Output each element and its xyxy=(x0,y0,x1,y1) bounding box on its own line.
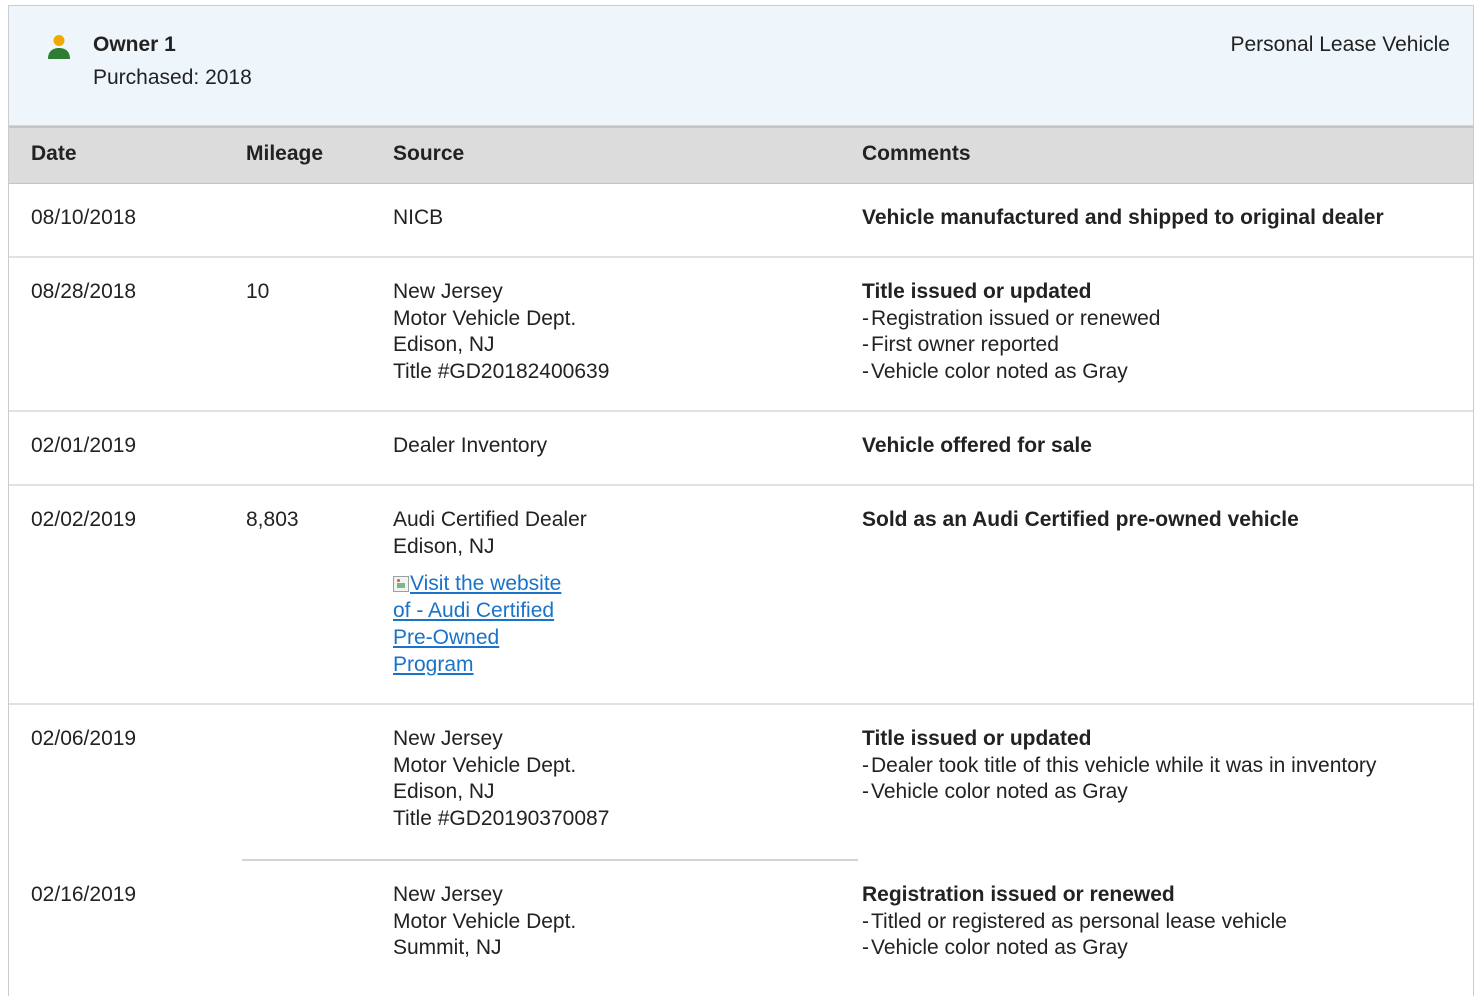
row-date: 02/06/2019 xyxy=(31,727,137,750)
row-comments: Title issued or updated -Registration is… xyxy=(862,279,1462,385)
history-row: 02/06/2019 New Jersey Motor Vehicle Dept… xyxy=(9,705,1473,861)
row-source: New Jersey Motor Vehicle Dept. Edison, N… xyxy=(393,726,813,832)
row-source: NICB xyxy=(393,205,813,232)
comment-item-text: Dealer took title of this vehicle while … xyxy=(871,753,1377,777)
row-comments: Sold as an Audi Certified pre-owned vehi… xyxy=(862,507,1462,534)
row-date: 02/01/2019 xyxy=(31,434,137,457)
comment-item: -Vehicle color noted as Gray xyxy=(862,359,1128,383)
history-table-header: Date Mileage Source Comments xyxy=(9,126,1473,184)
owner-purchased-year: Purchased: 2018 xyxy=(93,66,252,89)
column-header-source: Source xyxy=(393,142,465,165)
history-row: 08/10/2018 NICB Vehicle manufactured and… xyxy=(9,184,1473,258)
history-row: 02/01/2019 Dealer Inventory Vehicle offe… xyxy=(9,412,1473,486)
history-row: 02/02/2019 8,803 Audi Certified Dealer E… xyxy=(9,486,1473,705)
comment-item-text: Titled or registered as personal lease v… xyxy=(871,909,1287,933)
source-line: Edison, NJ xyxy=(393,534,495,558)
row-comments: Vehicle offered for sale xyxy=(862,433,1462,460)
source-line: New Jersey xyxy=(393,727,503,750)
owner-vehicle-type: Personal Lease Vehicle xyxy=(1230,33,1451,56)
column-header-mileage: Mileage xyxy=(246,142,324,165)
source-line: Motor Vehicle Dept. xyxy=(393,753,577,777)
audi-cpo-website-link[interactable]: Visit the website of - Audi Certified Pr… xyxy=(393,570,568,678)
comment-title: Title issued or updated xyxy=(862,727,1092,750)
source-line: Audi Certified Dealer xyxy=(393,508,587,531)
comment-item: -Vehicle color noted as Gray xyxy=(862,936,1128,959)
row-mileage: 10 xyxy=(246,280,270,303)
row-comments: Title issued or updated -Dealer took tit… xyxy=(862,726,1462,806)
source-line: New Jersey xyxy=(393,280,503,303)
row-date: 02/16/2019 xyxy=(31,883,137,906)
row-source: New Jersey Motor Vehicle Dept. Summit, N… xyxy=(393,882,813,962)
row-source: New Jersey Motor Vehicle Dept. Edison, N… xyxy=(393,279,813,385)
source-line: Title #GD20182400639 xyxy=(393,359,610,383)
row-comments: Vehicle manufactured and shipped to orig… xyxy=(862,205,1462,232)
column-header-comments: Comments xyxy=(862,142,971,165)
source-line: Edison, NJ xyxy=(393,333,495,356)
comment-title: Vehicle offered for sale xyxy=(862,434,1092,457)
row-date: 02/02/2019 xyxy=(31,508,137,531)
row-date: 08/10/2018 xyxy=(31,206,137,229)
source-line: New Jersey xyxy=(393,883,503,906)
comment-item-text: Vehicle color noted as Gray xyxy=(871,936,1128,959)
broken-image-icon xyxy=(393,576,409,592)
comment-title: Vehicle manufactured and shipped to orig… xyxy=(862,206,1384,229)
owner-header: Owner 1 Purchased: 2018 Personal Lease V… xyxy=(9,6,1473,126)
comment-item-text: First owner reported xyxy=(871,333,1059,356)
source-line: Dealer Inventory xyxy=(393,434,548,457)
source-line: NICB xyxy=(393,206,444,229)
row-comments: Registration issued or renewed -Titled o… xyxy=(862,882,1462,962)
comment-item-text: Registration issued or renewed xyxy=(871,306,1161,330)
comment-title: Title issued or updated xyxy=(862,280,1092,303)
person-icon xyxy=(48,35,70,59)
row-source: Dealer Inventory xyxy=(393,433,813,460)
comment-item: -Titled or registered as personal lease … xyxy=(862,909,1287,933)
owner-title: Owner 1 xyxy=(93,33,176,56)
row-date: 08/28/2018 xyxy=(31,280,137,303)
comment-item: -Vehicle color noted as Gray xyxy=(862,780,1128,803)
source-line: Title #GD20190370087 xyxy=(393,806,610,830)
owner-history-card: Owner 1 Purchased: 2018 Personal Lease V… xyxy=(8,5,1474,996)
audi-cpo-link-text: Visit the website of - Audi Certified Pr… xyxy=(393,572,562,676)
comment-title: Registration issued or renewed xyxy=(862,883,1175,906)
row-mileage: 8,803 xyxy=(246,508,299,531)
comment-item-text: Vehicle color noted as Gray xyxy=(871,780,1128,803)
history-row: 02/16/2019 New Jersey Motor Vehicle Dept… xyxy=(9,859,1473,996)
comment-title: Sold as an Audi Certified pre-owned vehi… xyxy=(862,508,1299,531)
comment-item: -Dealer took title of this vehicle while… xyxy=(862,753,1377,777)
source-line: Summit, NJ xyxy=(393,936,502,959)
history-row: 08/28/2018 10 New Jersey Motor Vehicle D… xyxy=(9,258,1473,412)
column-header-date: Date xyxy=(31,142,77,165)
comment-item: -First owner reported xyxy=(862,333,1059,356)
source-line: Edison, NJ xyxy=(393,780,495,803)
row-source: Audi Certified Dealer Edison, NJ Visit t… xyxy=(393,507,813,678)
comment-item-text: Vehicle color noted as Gray xyxy=(871,359,1128,383)
source-line: Motor Vehicle Dept. xyxy=(393,909,577,933)
source-line: Motor Vehicle Dept. xyxy=(393,306,577,330)
comment-item: -Registration issued or renewed xyxy=(862,306,1161,330)
